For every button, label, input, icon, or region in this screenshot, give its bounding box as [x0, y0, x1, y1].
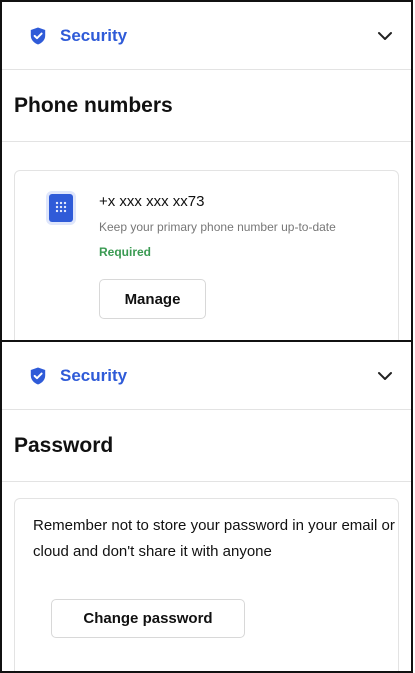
manage-button[interactable]: Manage: [99, 279, 206, 319]
phone-icon: [49, 194, 73, 222]
shield-icon: [30, 27, 46, 45]
security-header-left: Security: [30, 366, 127, 386]
shield-icon: [30, 367, 46, 385]
change-password-button[interactable]: Change password: [51, 599, 245, 638]
phone-numbers-panel: Security Phone numbers +x xxx xxx xx73 K…: [0, 0, 413, 342]
security-section-header[interactable]: Security: [2, 2, 411, 70]
page-title: Phone numbers: [2, 70, 411, 142]
page-title: Password: [2, 410, 411, 482]
phone-number: +x xxx xxx xx73: [99, 193, 205, 210]
chevron-down-icon[interactable]: [377, 31, 393, 41]
security-header-left: Security: [30, 26, 127, 46]
security-label: Security: [60, 365, 128, 385]
chevron-down-icon[interactable]: [377, 371, 393, 381]
security-section-header[interactable]: Security: [2, 342, 411, 410]
phone-description: Keep your primary phone number up-to-dat…: [99, 220, 336, 234]
security-label: Security: [60, 25, 128, 45]
password-advice-text: Remember not to store your password in y…: [33, 517, 395, 560]
phone-number-card: +x xxx xxx xx73 Keep your primary phone …: [14, 170, 399, 340]
password-panel: Security Password Remember not to store …: [0, 340, 413, 673]
required-badge: Required: [99, 245, 152, 259]
password-card: Remember not to store your password in y…: [14, 498, 399, 671]
